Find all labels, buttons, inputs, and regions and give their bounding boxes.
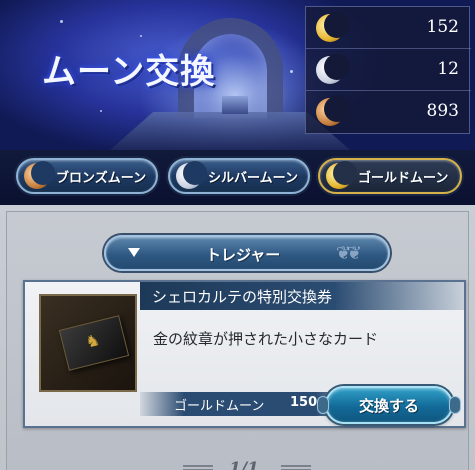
item-cost-value: 150 bbox=[290, 395, 318, 410]
currency-panel: 152 12 893 bbox=[305, 6, 471, 134]
previous-page-button[interactable] bbox=[183, 465, 213, 470]
currency-row-bronze: 893 bbox=[306, 91, 471, 133]
button-cap-right bbox=[449, 396, 461, 414]
triangle-down-icon bbox=[128, 248, 140, 257]
exchange-button-label: 交換する bbox=[358, 396, 419, 415]
tab-silver-moon[interactable]: シルバームーン bbox=[168, 158, 310, 194]
bronze-moon-icon bbox=[24, 161, 55, 189]
content-panel: トレジャー ❦❦ ♞ シェロカルテの特別交換券 金の紋章が押された小さなカード … bbox=[6, 211, 469, 470]
sparkle-decoration bbox=[60, 20, 63, 23]
sparkle-decoration bbox=[140, 35, 142, 37]
category-bar: ブロンズムーン シルバームーン ゴールドムーン bbox=[0, 150, 475, 205]
item-thumbnail[interactable]: ♞ bbox=[39, 294, 137, 392]
emblem-icon: ♞ bbox=[83, 329, 102, 352]
next-page-button[interactable] bbox=[281, 465, 311, 470]
tab-bronze-moon[interactable]: ブロンズムーン bbox=[16, 158, 158, 194]
bronze-moon-icon bbox=[316, 96, 350, 126]
item-name: シェロカルテの特別交換券 bbox=[152, 288, 333, 306]
item-name-bar: シェロカルテの特別交換券 bbox=[140, 282, 464, 310]
ornament-icon: ❦❦ bbox=[335, 243, 362, 264]
currency-row-gold: 152 bbox=[306, 7, 471, 49]
item-card: ♞ シェロカルテの特別交換券 金の紋章が押された小さなカード ゴールドムーン 1… bbox=[23, 280, 466, 428]
item-description: 金の紋章が押された小さなカード bbox=[153, 330, 379, 348]
button-cap-left bbox=[317, 396, 329, 414]
section-dropdown-label: トレジャー bbox=[206, 246, 281, 264]
item-cost-currency: ゴールドムーン bbox=[174, 399, 265, 414]
gold-moon-icon bbox=[316, 12, 350, 42]
sparkle-decoration bbox=[290, 70, 293, 73]
gold-moon-icon bbox=[326, 161, 357, 189]
page-title: ムーン交換 bbox=[42, 52, 216, 92]
header-banner: ムーン交換 152 12 893 bbox=[0, 0, 475, 150]
silver-moon-icon bbox=[316, 54, 350, 84]
exchange-button[interactable]: 交換する bbox=[317, 386, 461, 424]
ruin-altar-illustration bbox=[222, 96, 248, 114]
section-dropdown-treasure[interactable]: トレジャー ❦❦ bbox=[104, 235, 390, 271]
page-indicator: 1/1 bbox=[229, 459, 259, 470]
tab-gold-moon-label: ゴールドムーン bbox=[358, 170, 449, 186]
tab-gold-moon[interactable]: ゴールドムーン bbox=[318, 158, 462, 194]
bronze-moon-count: 893 bbox=[426, 101, 459, 121]
tab-bronze-moon-label: ブロンズムーン bbox=[56, 170, 147, 186]
sparkle-decoration bbox=[100, 110, 102, 112]
content-area: トレジャー ❦❦ ♞ シェロカルテの特別交換券 金の紋章が押された小さなカード … bbox=[0, 205, 475, 470]
currency-row-silver: 12 bbox=[306, 49, 471, 91]
silver-moon-icon bbox=[176, 161, 207, 189]
gold-moon-count: 152 bbox=[426, 17, 459, 37]
card-image: ♞ bbox=[58, 315, 130, 371]
silver-moon-count: 12 bbox=[437, 59, 459, 79]
pagination: 1/1 bbox=[177, 459, 317, 470]
tab-silver-moon-label: シルバームーン bbox=[208, 170, 298, 186]
